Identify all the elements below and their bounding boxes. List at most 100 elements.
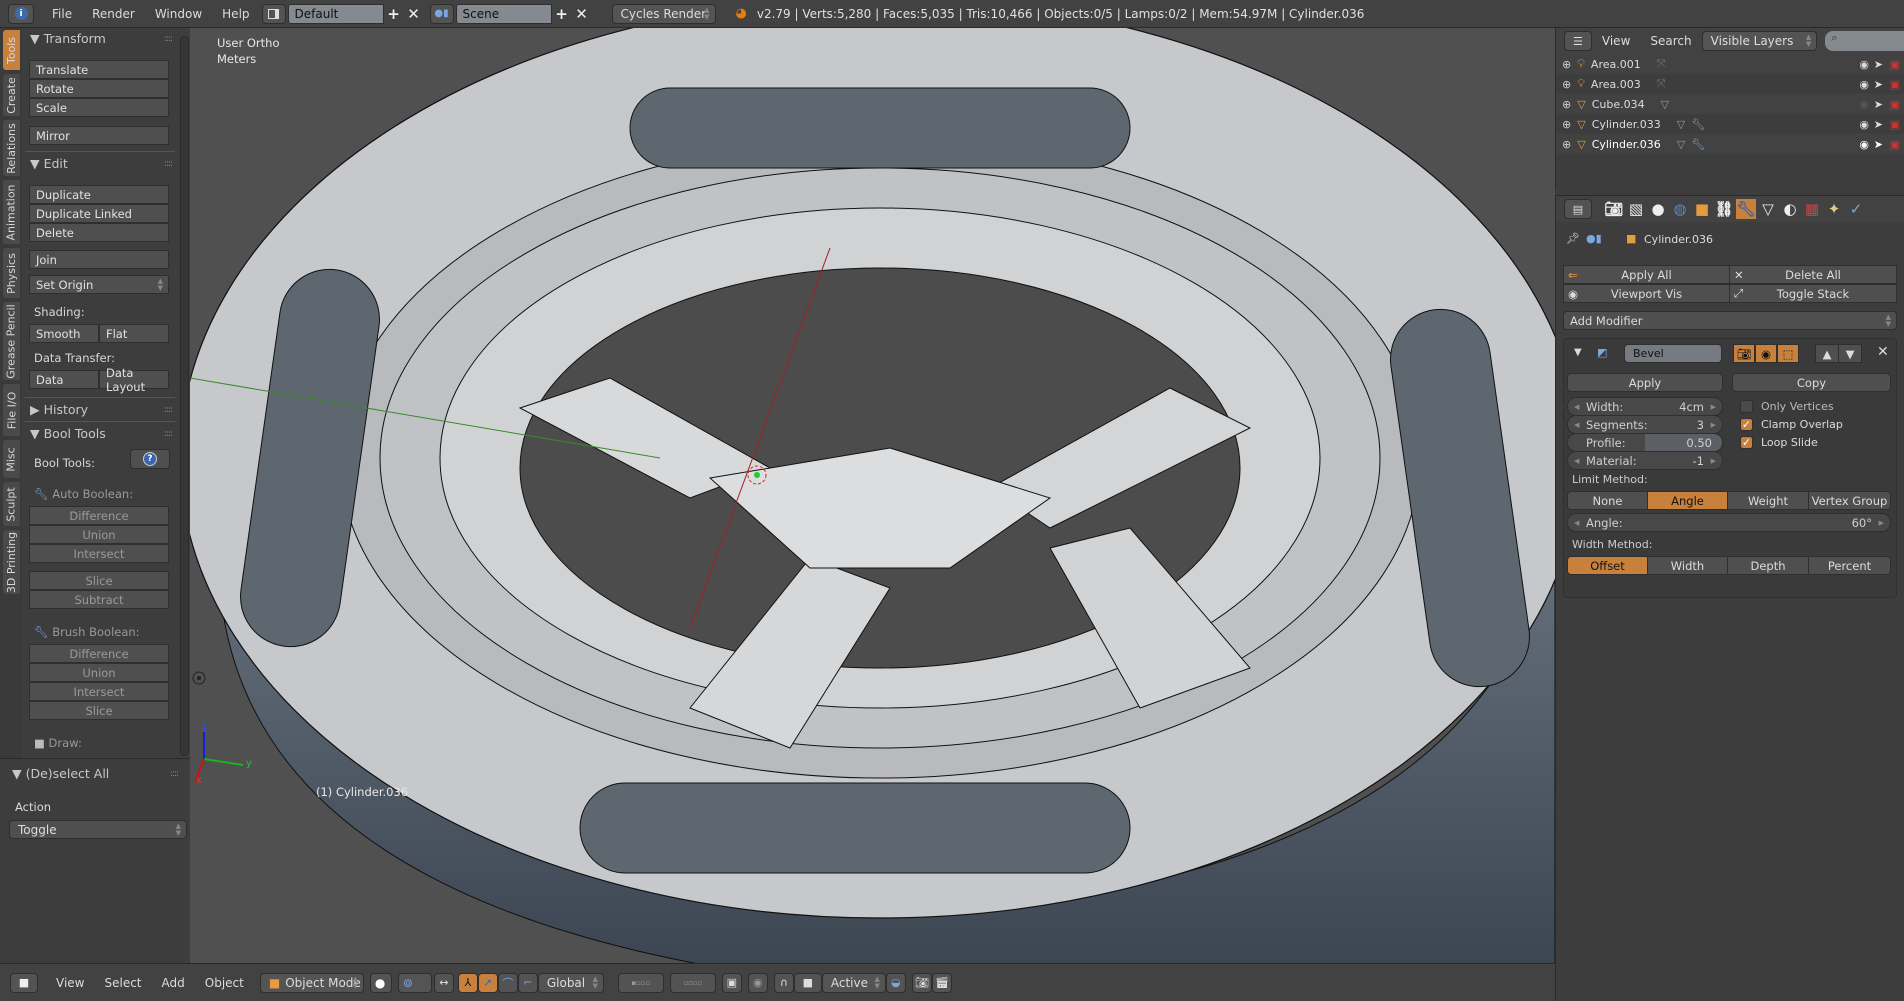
- texture-tab-icon[interactable]: ▦: [1802, 199, 1822, 219]
- snap-toggle[interactable]: ∩: [773, 972, 794, 993]
- bool-tools-help-button[interactable]: ?: [130, 449, 170, 469]
- viewport-toggle[interactable]: ◉: [1755, 344, 1777, 363]
- outliner-row[interactable]: ⊕ 💡︎ Area.001 ⤧ ◉ ➤ ▣: [1556, 54, 1904, 74]
- drag-grip-icon[interactable]: ::::: [170, 769, 179, 779]
- snap-target-dropdown[interactable]: Active ▲ ▼: [821, 972, 886, 993]
- apply-all-button[interactable]: ⇐ Apply All: [1563, 265, 1730, 284]
- scene-field[interactable]: Scene: [455, 3, 552, 24]
- duplicate-linked-button[interactable]: Duplicate Linked: [29, 204, 169, 223]
- tab-physics[interactable]: Physics: [3, 248, 20, 298]
- drag-grip-icon[interactable]: ::::: [164, 34, 173, 44]
- object-tab-icon[interactable]: ■: [1692, 199, 1712, 219]
- only-vertices-checkbox[interactable]: [1740, 400, 1753, 413]
- editor-type-button[interactable]: ■: [10, 972, 38, 993]
- auto-subtract-button[interactable]: Subtract: [29, 590, 169, 609]
- material-field[interactable]: ◀ Material: -1 ▶: [1567, 451, 1723, 470]
- render-still-button[interactable]: 📷︎: [911, 972, 932, 993]
- data-layout-button[interactable]: Data Layout: [99, 366, 169, 394]
- angle-field[interactable]: ◀ Angle: 60° ▶: [1567, 513, 1891, 532]
- brush-difference-button[interactable]: Difference: [29, 644, 169, 663]
- menu-window[interactable]: Window: [145, 7, 212, 21]
- auto-intersect-button[interactable]: Intersect: [29, 544, 169, 563]
- outliner-search-input[interactable]: ⌕: [1825, 31, 1904, 51]
- screen-layout-selector[interactable]: [261, 3, 286, 24]
- add-modifier-dropdown[interactable]: Add Modifier ▲ ▼: [1563, 311, 1897, 330]
- align-rotation-button[interactable]: ◒: [885, 972, 906, 993]
- duplicate-button[interactable]: Duplicate: [29, 185, 169, 204]
- modifiers-tab-icon[interactable]: 🔧︎: [1736, 199, 1756, 219]
- menu-select[interactable]: Select: [94, 976, 151, 990]
- collapse-icon[interactable]: ▼: [1574, 347, 1582, 358]
- width-field[interactable]: ◀ Width: 4cm ▶: [1567, 397, 1723, 416]
- menu-add[interactable]: Add: [152, 976, 195, 990]
- properties-editor-type[interactable]: ▤: [1564, 199, 1592, 219]
- brush-union-button[interactable]: Union: [29, 663, 169, 682]
- world-tab-icon[interactable]: ◍: [1670, 199, 1690, 219]
- render-engine-dropdown[interactable]: Cycles Render ▲ ▼: [611, 3, 716, 24]
- smooth-button[interactable]: Smooth: [29, 324, 99, 343]
- outliner-editor-type[interactable]: ☰: [1564, 31, 1592, 51]
- menu-object[interactable]: Object: [195, 976, 254, 990]
- toggle-stack-button[interactable]: ⤢ Toggle Stack: [1729, 284, 1897, 303]
- tab-grease-pencil[interactable]: Grease Pencil: [3, 302, 20, 380]
- action-dropdown[interactable]: Toggle ▲ ▼: [9, 820, 187, 839]
- outliner-menu-search[interactable]: Search: [1640, 34, 1701, 48]
- constraints-tab-icon[interactable]: ⛓︎: [1714, 199, 1734, 219]
- screen-layout-field[interactable]: Default: [287, 3, 384, 24]
- auto-slice-button[interactable]: Slice: [29, 571, 169, 590]
- editor-type-info-button[interactable]: i: [8, 3, 34, 24]
- outliner-row[interactable]: ⊕ 💡︎ Area.003 ⤧ ◉ ➤ ▣: [1556, 74, 1904, 94]
- render-animation-button[interactable]: 🎬︎: [931, 972, 952, 993]
- set-origin-dropdown[interactable]: Set Origin ▲ ▼: [29, 275, 169, 294]
- auto-union-button[interactable]: Union: [29, 525, 169, 544]
- translate-button[interactable]: Translate: [29, 60, 169, 79]
- remove-scene-button[interactable]: ✕: [572, 4, 592, 24]
- outliner-row-active[interactable]: ⊕ ▽ Cylinder.036 ▽ 🔧︎ ◉ ➤ ▣: [1556, 134, 1904, 154]
- drag-grip-icon[interactable]: ::::: [164, 159, 173, 169]
- clamp-overlap-checkbox[interactable]: ✓: [1740, 418, 1753, 431]
- panel-bool-tools-header[interactable]: ▼ Bool Tools: [30, 426, 106, 441]
- segments-field[interactable]: ◀ Segments: 3 ▶: [1567, 415, 1723, 434]
- scale-manipulator[interactable]: ⌒: [497, 972, 518, 993]
- loop-slide-checkbox[interactable]: ✓: [1740, 436, 1753, 449]
- translate-manipulator[interactable]: ⅄: [457, 972, 478, 993]
- width-width-button[interactable]: Width: [1647, 556, 1728, 575]
- scale-manipulator-2[interactable]: ⌐: [517, 972, 538, 993]
- viewport-vis-button[interactable]: ◉ Viewport Vis: [1563, 284, 1730, 303]
- scene-selector[interactable]: ●▮: [429, 3, 454, 24]
- menu-render[interactable]: Render: [82, 7, 145, 21]
- pivot-dropdown[interactable]: ⊚: [397, 972, 432, 993]
- flat-button[interactable]: Flat: [99, 324, 169, 343]
- apply-button[interactable]: Apply: [1567, 373, 1723, 392]
- outliner-row[interactable]: ⊕ ▽ Cylinder.033 ▽ 🔧︎ ◉ ➤ ▣: [1556, 114, 1904, 134]
- data-button[interactable]: Data: [29, 370, 99, 389]
- add-layout-button[interactable]: +: [384, 4, 404, 24]
- material-tab-icon[interactable]: ◐: [1780, 199, 1800, 219]
- tab-3d-printing[interactable]: 3D Printing: [3, 530, 20, 594]
- physics-tab-icon[interactable]: ✓: [1846, 199, 1866, 219]
- proportional-edit-button[interactable]: ◉: [747, 972, 768, 993]
- delete-button[interactable]: Delete: [29, 223, 169, 242]
- tab-relations[interactable]: Relations: [3, 120, 20, 176]
- limit-angle-button[interactable]: Angle: [1647, 491, 1728, 510]
- auto-difference-button[interactable]: Difference: [29, 506, 169, 525]
- width-offset-button[interactable]: Offset: [1567, 556, 1648, 575]
- limit-none-button[interactable]: None: [1567, 491, 1648, 510]
- tab-animation[interactable]: Animation: [3, 180, 20, 244]
- menu-file[interactable]: File: [42, 7, 82, 21]
- outliner-menu-view[interactable]: View: [1592, 34, 1640, 48]
- scene-tab-icon[interactable]: ●: [1648, 199, 1668, 219]
- remove-layout-button[interactable]: ✕: [404, 4, 424, 24]
- limit-weight-button[interactable]: Weight: [1727, 491, 1809, 510]
- move-up-button[interactable]: ▲: [1815, 344, 1839, 363]
- join-button[interactable]: Join: [29, 250, 169, 269]
- rotate-manipulator[interactable]: ➚: [477, 972, 498, 993]
- limit-vertex-group-button[interactable]: Vertex Group: [1808, 491, 1891, 510]
- 3d-viewport[interactable]: z y x User Ortho Meters (1) Cylinder.036: [190, 28, 1555, 963]
- display-mode-dropdown[interactable]: Visible Layers ▲ ▼: [1701, 31, 1818, 51]
- panel-history-header[interactable]: ▶ History: [30, 402, 88, 417]
- tab-tools[interactable]: Tools: [3, 30, 20, 70]
- operator-title[interactable]: ▼ (De)select All: [12, 766, 109, 781]
- modifier-name-field[interactable]: Bevel: [1624, 344, 1722, 363]
- render-toggle[interactable]: 📷︎: [1733, 344, 1755, 363]
